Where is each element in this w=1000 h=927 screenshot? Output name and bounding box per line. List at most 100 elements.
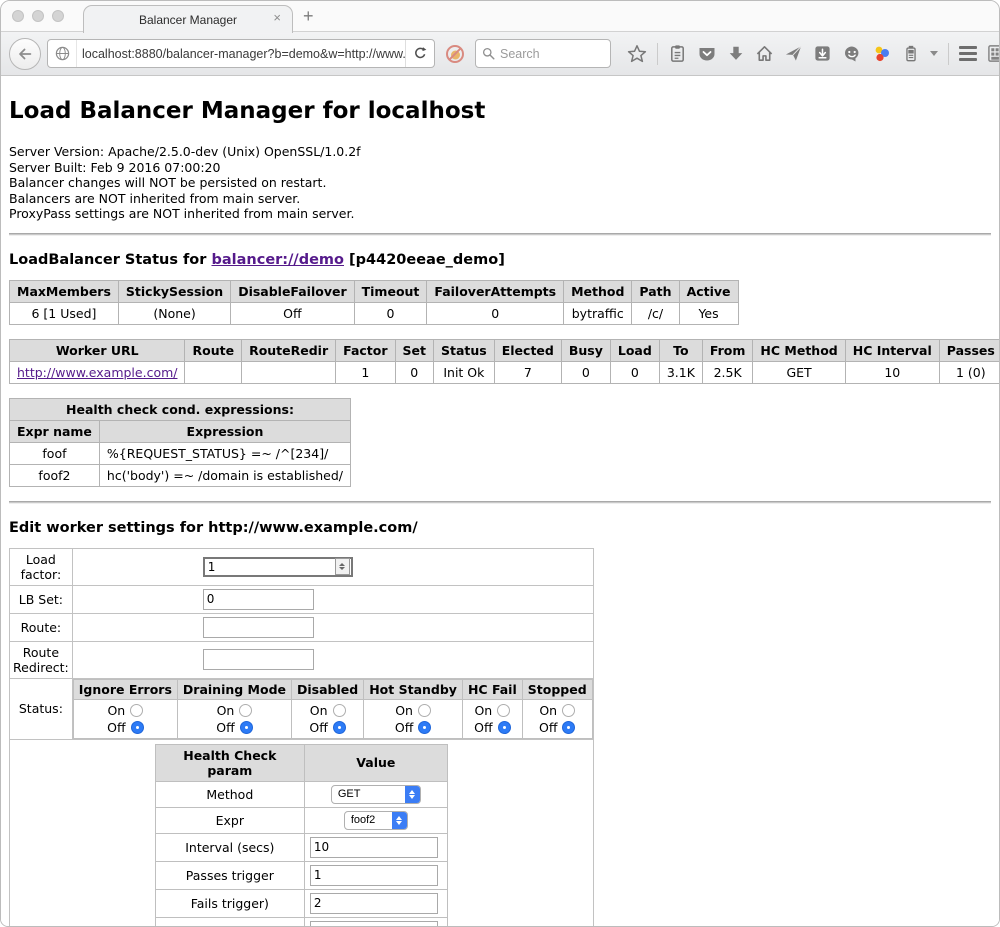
load-factor-input[interactable] (203, 557, 353, 577)
divider (9, 501, 991, 504)
route-redirect-field[interactable] (203, 649, 314, 670)
status-radio-off-5[interactable] (562, 721, 575, 734)
field-value-cell (72, 641, 593, 678)
table-title-row: Health check cond. expressions: (10, 398, 351, 420)
hc-value-cell (304, 889, 447, 917)
table-header-cell: Busy (561, 339, 610, 361)
field-value-cell (72, 613, 593, 641)
status-radio-on-5[interactable] (562, 704, 575, 717)
zoom-window-button[interactable] (52, 10, 64, 22)
home-icon[interactable] (755, 44, 774, 63)
status-col-3: On Off (364, 699, 463, 738)
form-row-route: Route: (10, 613, 594, 641)
status-col-header: Ignore Errors (73, 679, 177, 699)
status-col-5: On Off (522, 699, 592, 738)
battery-icon[interactable] (902, 44, 920, 63)
field-label: Load factor: (10, 548, 73, 585)
status-col-header: Draining Mode (177, 679, 291, 699)
status-radio-off-0[interactable] (131, 721, 144, 734)
status-radio-off-1[interactable] (240, 721, 253, 734)
status-radio-on-1[interactable] (239, 704, 252, 717)
status-toggle-table: Ignore Errors Draining Mode Disabled Hot… (73, 679, 593, 739)
edit-worker-heading: Edit worker settings for http://www.exam… (9, 520, 991, 536)
reading-list-icon[interactable] (668, 44, 687, 63)
status-radio-off-4[interactable] (498, 721, 511, 734)
balancer-demo-link[interactable]: balancer://demo (211, 252, 344, 268)
table-cell: Off (231, 302, 354, 324)
passes-field[interactable] (310, 865, 438, 886)
edit-worker-form: Load factor: LB Set: Route: (9, 548, 594, 927)
table-cell: 0 (610, 361, 659, 383)
hc-param-label: Method (155, 781, 304, 807)
close-window-button[interactable] (12, 10, 24, 22)
table-cell: 7 (494, 361, 561, 383)
url-bar[interactable]: localhost:8880/balancer-manager?b=demo&w… (47, 39, 435, 68)
extension-dots-icon[interactable] (872, 44, 892, 64)
expr-select-value: foof2 (345, 814, 392, 826)
worker-url-link[interactable]: http://www.example.com/ (17, 365, 177, 380)
content-blocked-icon[interactable] (444, 44, 466, 64)
tab-close-icon[interactable]: × (273, 11, 281, 24)
divider (9, 233, 991, 236)
table-header-cell: Expression (99, 420, 350, 442)
table-cell: 2.5K (702, 361, 753, 383)
status-radio-on-2[interactable] (333, 704, 346, 717)
search-bar[interactable]: Search (475, 39, 611, 68)
status-radio-off-3[interactable] (418, 721, 431, 734)
reload-icon (413, 46, 428, 61)
table-header-cell: Timeout (354, 280, 427, 302)
method-select[interactable]: GET (331, 785, 421, 804)
expr-table-title: Health check cond. expressions: (10, 398, 351, 420)
browser-tab[interactable]: Balancer Manager × (83, 5, 293, 33)
status-col-header: Hot Standby (364, 679, 463, 699)
pocket-icon[interactable] (697, 44, 717, 64)
table-header-cell: Path (632, 280, 679, 302)
minimize-window-button[interactable] (32, 10, 44, 22)
table-row: foof2hc('body') =~ /domain is establishe… (10, 464, 351, 486)
info-line: ProxyPass settings are NOT inherited fro… (9, 206, 991, 222)
table-header-cell: FailoverAttempts (427, 280, 564, 302)
table-header-cell: From (702, 339, 753, 361)
expr-select[interactable]: foof2 (344, 811, 408, 830)
form-row-load-factor: Load factor: (10, 548, 594, 585)
health-check-cell: Health Check paramValue Method GET (10, 739, 594, 927)
interval-field[interactable] (310, 837, 438, 858)
reload-button[interactable] (405, 40, 434, 67)
table-header-cell: Route (185, 339, 242, 361)
tab-title: Balancer Manager (139, 13, 237, 27)
hc-uri-field[interactable] (310, 921, 438, 927)
on-label: On (107, 702, 125, 719)
off-label: Off (107, 719, 125, 736)
fails-field[interactable] (310, 893, 438, 914)
hamburger-menu-icon[interactable] (959, 46, 977, 61)
menu-caret-icon[interactable] (930, 51, 938, 56)
lb-set-field[interactable] (203, 589, 314, 610)
status-radio-on-4[interactable] (497, 704, 510, 717)
status-radio-on-3[interactable] (418, 704, 431, 717)
info-line: Balancers are NOT inherited from main se… (9, 191, 991, 207)
table-cell: http://www.example.com/ (10, 361, 185, 383)
bookmark-star-icon[interactable] (627, 44, 647, 64)
status-heading-suffix: [p4420eeae_demo] (344, 252, 505, 268)
save-page-icon[interactable] (813, 44, 832, 63)
url-text[interactable]: localhost:8880/balancer-manager?b=demo&w… (77, 47, 405, 61)
load-factor-field[interactable] (205, 560, 335, 574)
tiles-grid-icon[interactable] (987, 43, 1000, 64)
feedback-smiley-icon[interactable] (842, 44, 862, 64)
table-header-cell: RouteRedir (242, 339, 336, 361)
number-spinner-icon[interactable] (335, 558, 350, 575)
table-header-cell: DisableFailover (231, 280, 354, 302)
back-button[interactable] (9, 38, 41, 70)
status-radio-on-0[interactable] (130, 704, 143, 717)
downloads-icon[interactable] (727, 45, 745, 63)
table-cell: foof (10, 442, 100, 464)
new-tab-button[interactable]: + (303, 7, 314, 25)
table-cell: 10 (845, 361, 939, 383)
status-radio-off-2[interactable] (333, 721, 346, 734)
table-cell (242, 361, 336, 383)
route-field[interactable] (203, 617, 314, 638)
window-controls (12, 10, 64, 22)
hc-row-fails: Fails trigger) (155, 889, 447, 917)
site-identity-globe-icon[interactable] (48, 40, 77, 67)
send-tab-icon[interactable] (784, 44, 803, 63)
